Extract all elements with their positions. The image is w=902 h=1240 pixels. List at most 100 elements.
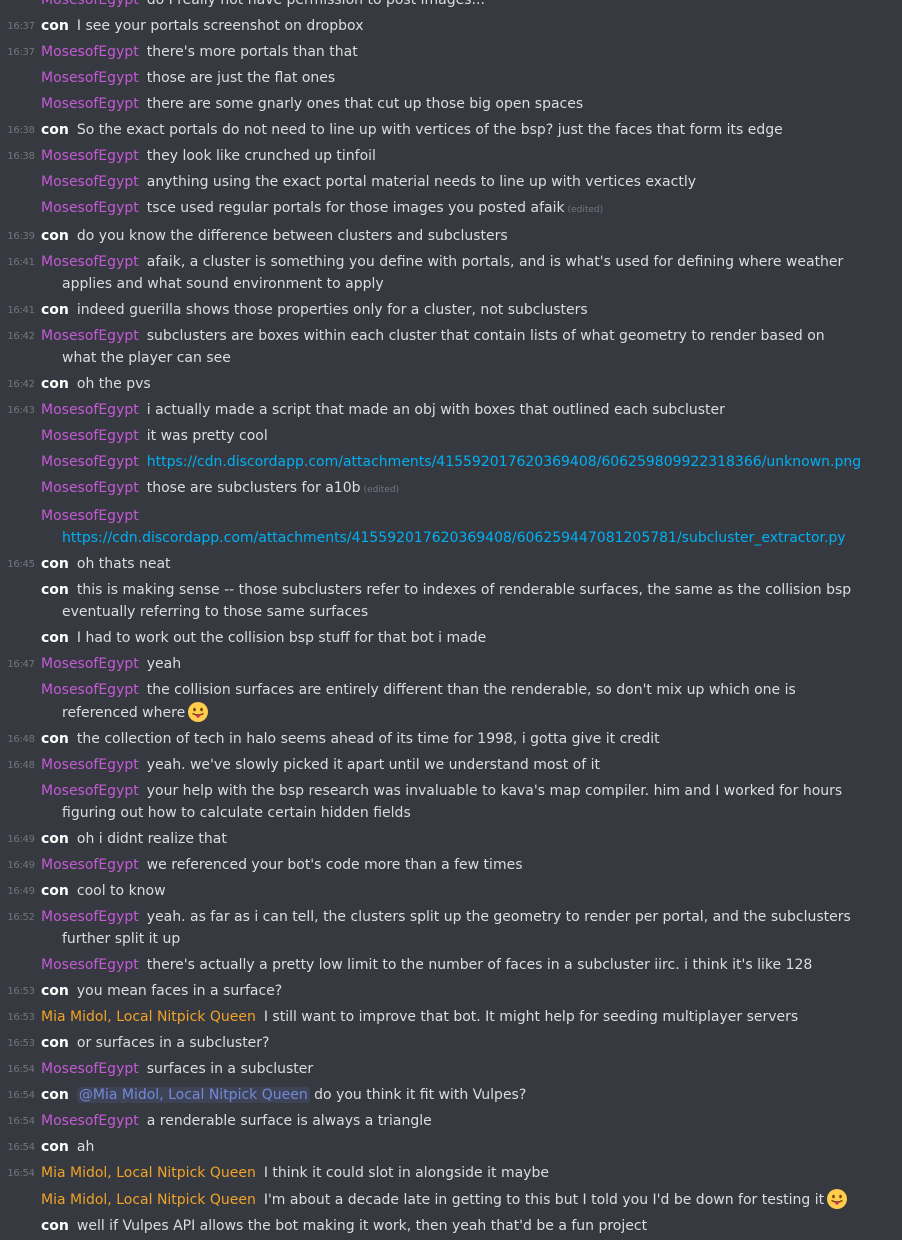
message-author[interactable]: MosesofEgypt (41, 402, 139, 418)
message-author[interactable]: MosesofEgypt (41, 254, 139, 270)
message-timestamp[interactable]: 16:54 (6, 1084, 36, 1108)
message-author[interactable]: con (41, 376, 69, 392)
message-author[interactable]: con (41, 731, 69, 747)
message-timestamp[interactable]: 16:37 (6, 41, 36, 65)
message-author[interactable]: MosesofEgypt (41, 909, 139, 925)
message-author[interactable]: con (41, 983, 69, 999)
message-row: 16:52 MosesofEgypt yeah. as far as i can t… (0, 904, 902, 952)
message-timestamp[interactable]: 16:54 (6, 1162, 36, 1186)
message-author[interactable]: con (41, 1035, 69, 1051)
message-timestamp[interactable]: 16:47 (6, 653, 36, 677)
message-author[interactable]: MosesofEgypt (41, 508, 139, 524)
message-text: there's more portals than that (146, 44, 358, 60)
message-author[interactable]: MosesofEgypt (41, 70, 139, 86)
message-author[interactable]: MosesofEgypt (41, 148, 139, 164)
message-timestamp[interactable]: 16:49 (6, 880, 36, 904)
message-author[interactable]: Mia Midol, Local Nitpick Queen (41, 1165, 256, 1181)
message-author[interactable]: MosesofEgypt (41, 200, 139, 216)
message-author[interactable]: MosesofEgypt (41, 656, 139, 672)
message-row: 16:41 MosesofEgypt afaik, a cluster is som… (0, 249, 902, 297)
message-text: those are subclusters for a10b (146, 480, 361, 496)
message-text: indeed guerilla shows those properties o… (76, 302, 588, 318)
message-row: 16:37 con I see your portals screenshot on… (0, 13, 902, 39)
message-author[interactable]: MosesofEgypt (41, 0, 139, 8)
message-author[interactable]: con (41, 582, 69, 598)
message-author[interactable]: MosesofEgypt (41, 44, 139, 60)
message-author[interactable]: MosesofEgypt (41, 857, 139, 873)
message-author[interactable]: MosesofEgypt (41, 757, 139, 773)
message-row: 16:45 con oh thats neat (0, 551, 902, 577)
message-author[interactable]: MosesofEgypt (41, 480, 139, 496)
message-author[interactable]: MosesofEgypt (41, 96, 139, 112)
message-row: MosesofEgypt it was pretty cool (0, 423, 902, 449)
message-row: 16:41 con indeed guerilla shows those prop… (0, 297, 902, 323)
message-author[interactable]: MosesofEgypt (41, 783, 139, 799)
attachment-link[interactable]: https://cdn.discordapp.com/attachments/4… (147, 454, 861, 470)
message-author[interactable]: MosesofEgypt (41, 328, 139, 344)
message-author[interactable]: con (41, 1087, 69, 1103)
message-author[interactable]: Mia Midol, Local Nitpick Queen (41, 1009, 256, 1025)
message-timestamp[interactable]: 16:42 (6, 373, 36, 397)
message-author[interactable]: MosesofEgypt (41, 1061, 139, 1077)
message-author[interactable]: con (41, 630, 69, 646)
tongue-emoji-icon[interactable] (826, 1188, 848, 1210)
message-author[interactable]: con (41, 122, 69, 138)
message-timestamp[interactable]: 16:38 (6, 119, 36, 143)
message-row: 16:54 Mia Midol, Local Nitpick Queen I thi… (0, 1160, 902, 1186)
message-author[interactable]: MosesofEgypt (41, 428, 139, 444)
message-text: I still want to improve that bot. It mig… (263, 1009, 799, 1025)
message-row: 16:49 MosesofEgypt we referenced your bot'… (0, 852, 902, 878)
message-author[interactable]: MosesofEgypt (41, 957, 139, 973)
message-timestamp[interactable]: 16:49 (6, 828, 36, 852)
message-author[interactable]: Mia Midol, Local Nitpick Queen (41, 1192, 256, 1208)
tongue-emoji-icon[interactable] (187, 701, 209, 723)
message-row: 16:53 Mia Midol, Local Nitpick Queen I sti… (0, 1004, 902, 1030)
message-timestamp[interactable]: 16:41 (6, 251, 36, 275)
message-timestamp[interactable]: 16:53 (6, 1006, 36, 1030)
message-timestamp[interactable]: 16:48 (6, 754, 36, 778)
message-timestamp[interactable]: 16:43 (6, 399, 36, 423)
message-text: oh thats neat (76, 556, 171, 572)
message-timestamp[interactable]: 16:42 (6, 325, 36, 349)
message-author[interactable]: con (41, 302, 69, 318)
message-author[interactable]: MosesofEgypt (41, 1113, 139, 1129)
message-row: 16:54 MosesofEgypt a renderable surface is… (0, 1108, 902, 1134)
message-row: 16:38 con So the exact portals do not need… (0, 117, 902, 143)
message-author[interactable]: con (41, 228, 69, 244)
message-author[interactable]: con (41, 831, 69, 847)
message-text: they look like crunched up tinfoil (146, 148, 376, 164)
message-timestamp[interactable]: 16:54 (6, 1110, 36, 1134)
message-row: con this is making sense -- those subclus… (0, 577, 902, 625)
message-text: you mean faces in a surface? (76, 983, 283, 999)
message-timestamp[interactable]: 16:39 (6, 225, 36, 249)
message-row: Mia Midol, Local Nitpick Queen I'm about … (0, 1186, 902, 1213)
user-mention[interactable]: @Mia Midol, Local Nitpick Queen (76, 1087, 310, 1103)
message-timestamp[interactable]: 16:54 (6, 1058, 36, 1082)
chat-messages-pane[interactable]: MosesofEgypt do I really not have permiss… (0, 0, 902, 1240)
message-author[interactable]: MosesofEgypt (41, 454, 139, 470)
attachment-link[interactable]: https://cdn.discordapp.com/attachments/4… (62, 527, 862, 549)
message-timestamp[interactable]: 16:37 (6, 15, 36, 39)
message-timestamp[interactable]: 16:38 (6, 145, 36, 169)
message-author[interactable]: MosesofEgypt (41, 682, 139, 698)
message-row: MosesofEgypt do I really not have permiss… (0, 0, 902, 13)
message-timestamp[interactable]: 16:45 (6, 553, 36, 577)
message-timestamp[interactable]: 16:54 (6, 1136, 36, 1160)
message-timestamp[interactable]: 16:53 (6, 1032, 36, 1056)
message-timestamp[interactable]: 16:49 (6, 854, 36, 878)
message-text: oh the pvs (76, 376, 151, 392)
message-text: do you think it fit with Vulpes? (314, 1087, 527, 1103)
message-timestamp[interactable]: 16:41 (6, 299, 36, 323)
message-author[interactable]: con (41, 1139, 69, 1155)
message-timestamp[interactable]: 16:48 (6, 728, 36, 752)
message-author[interactable]: MosesofEgypt (41, 174, 139, 190)
message-author[interactable]: con (41, 556, 69, 572)
message-author[interactable]: con (41, 18, 69, 34)
message-text: So the exact portals do not need to line… (76, 122, 783, 138)
message-text: those are just the flat ones (146, 70, 336, 86)
message-timestamp[interactable]: 16:52 (6, 906, 36, 930)
message-row: 16:54 con ah (0, 1134, 902, 1160)
message-author[interactable]: con (41, 1218, 69, 1234)
message-author[interactable]: con (41, 883, 69, 899)
message-timestamp[interactable]: 16:53 (6, 980, 36, 1004)
